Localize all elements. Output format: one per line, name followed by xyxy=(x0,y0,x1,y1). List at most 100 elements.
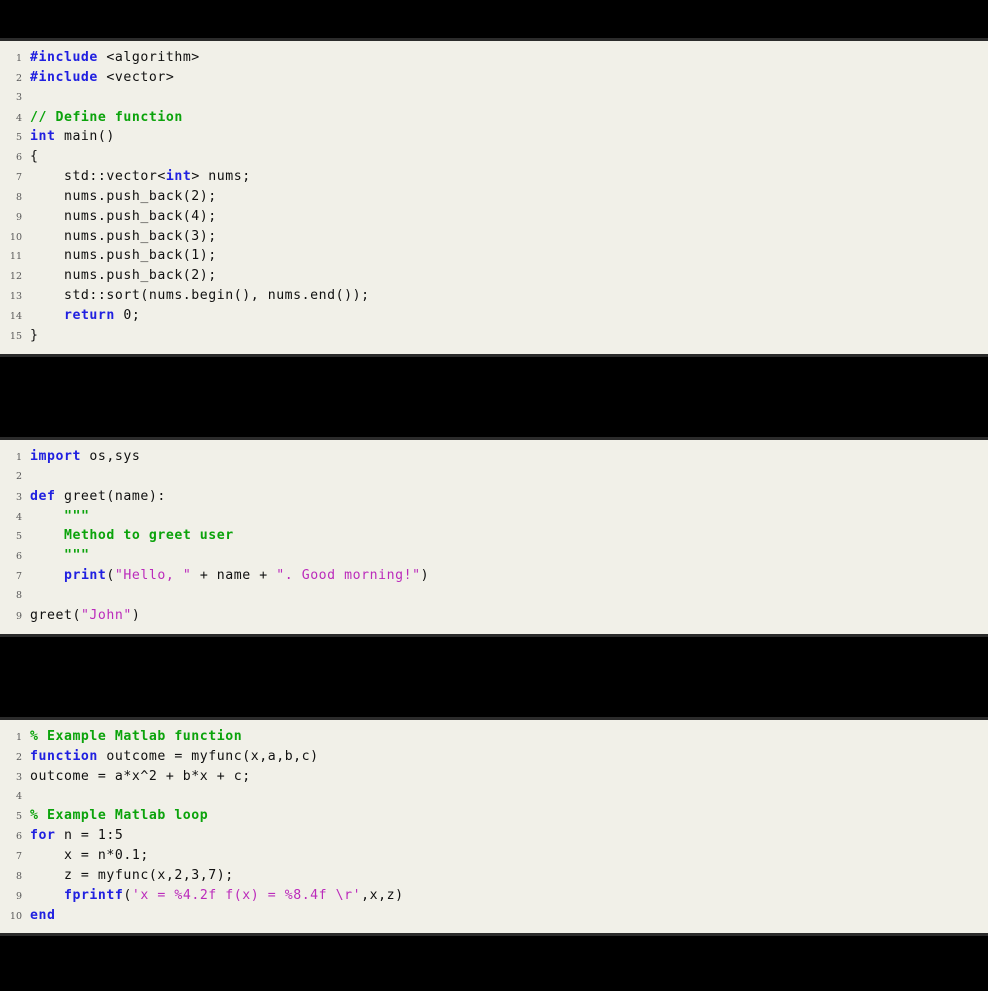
code-comment: """ xyxy=(63,548,90,564)
code-line: 4 xyxy=(0,787,988,807)
code-line-text: import os,sys xyxy=(30,447,140,467)
code-plain: outcome = a*x^2 + b*x + c; xyxy=(30,768,251,784)
code-line: 11 nums.push_back(1); xyxy=(0,246,988,266)
code-line: 1 % Example Matlab function xyxy=(0,727,988,747)
code-line-text: { xyxy=(30,147,39,167)
line-number: 10 xyxy=(9,910,22,922)
code-line: 6{ xyxy=(0,147,988,167)
code-line: 3 xyxy=(0,88,988,108)
code-keyword: print xyxy=(63,568,107,584)
code-plain xyxy=(30,308,64,323)
code-line-text: % Example Matlab function xyxy=(30,727,242,747)
line-number: 2 xyxy=(15,470,22,482)
code-line-text: nums.push_back(2); xyxy=(30,266,217,286)
code-line-text: int main() xyxy=(30,127,115,147)
line-number: 2 xyxy=(15,72,22,84)
code-keyword: int xyxy=(30,129,56,145)
code-line: 9 nums.push_back(4); xyxy=(0,207,988,227)
line-number: 7 xyxy=(15,571,22,583)
code-plain: std::sort(nums.begin(), nums.end()); xyxy=(30,288,370,304)
code-line-text: nums.push_back(1); xyxy=(30,246,217,266)
line-number: 6 xyxy=(15,152,22,164)
line-number: 5 xyxy=(15,531,22,543)
line-number: 8 xyxy=(15,870,22,882)
code-plain: ) xyxy=(420,568,430,584)
code-line: 8 xyxy=(0,586,988,606)
code-listing-cpp: 1 #include <algorithm> 2 #include <vector> 3… xyxy=(0,38,988,357)
code-line: 7 x = n*0.1; xyxy=(0,846,988,866)
code-listing-page: 1 #include <algorithm> 2 #include <vector> 3… xyxy=(0,0,988,991)
code-plain: greet(name): xyxy=(55,488,166,504)
line-number: 4 xyxy=(15,511,22,523)
code-plain: ,x,z) xyxy=(361,887,404,903)
code-body: 1 % Example Matlab function 2 function outc… xyxy=(0,720,988,933)
line-number: 9 xyxy=(15,211,22,223)
code-line-text: #include <vector> xyxy=(30,68,174,88)
code-plain: } xyxy=(30,327,39,343)
code-line: 10 nums.push_back(3); xyxy=(0,227,988,247)
code-plain: std::vector< xyxy=(30,169,166,185)
code-plain: main() xyxy=(55,129,115,145)
code-line-text: """ xyxy=(30,546,89,566)
line-number: 1 xyxy=(15,732,22,743)
code-plain: > nums; xyxy=(191,169,251,185)
code-listing-python: 1 import os,sys 2 3 def greet(name): 4 """ 5 M… xyxy=(0,437,988,637)
code-line: 4 // Define function xyxy=(0,108,988,128)
line-number: 1 xyxy=(15,53,22,64)
code-keyword: function xyxy=(30,748,98,764)
code-line-text: end xyxy=(30,906,55,926)
line-number: 10 xyxy=(9,231,22,243)
code-line-text: z = myfunc(x,2,3,7); xyxy=(30,866,234,886)
line-number: 7 xyxy=(15,172,22,184)
code-body: 1 import os,sys 2 3 def greet(name): 4 """ 5 M… xyxy=(0,440,988,634)
code-comment: % Example Matlab loop xyxy=(30,808,209,824)
code-line: 3 def greet(name): xyxy=(0,487,988,507)
code-line: 6 """ xyxy=(0,546,988,566)
line-number: 13 xyxy=(9,291,22,303)
line-number: 7 xyxy=(15,851,22,863)
line-number: 3 xyxy=(15,91,22,103)
code-line: 1 #include <algorithm> xyxy=(0,48,988,68)
code-plain: outcome = myfunc(x,a,b,c) xyxy=(97,748,319,764)
code-line-text: print("Hello, " + name + ". Good morning… xyxy=(30,566,429,586)
code-comment: Method to greet user xyxy=(63,528,234,544)
code-plain: os,sys xyxy=(80,449,141,464)
code-plain xyxy=(30,548,64,563)
code-line: 1 import os,sys xyxy=(0,447,988,467)
code-keyword: end xyxy=(30,907,56,923)
code-line-text: std::sort(nums.begin(), nums.end()); xyxy=(30,286,370,306)
code-plain: nums.push_back(2); xyxy=(30,188,217,204)
code-line-text: % Example Matlab loop xyxy=(30,806,208,826)
code-line: 2 #include <vector> xyxy=(0,68,988,88)
code-plain: nums.push_back(3); xyxy=(30,228,217,244)
line-number: 11 xyxy=(9,251,22,263)
code-line: 13 std::sort(nums.begin(), nums.end()); xyxy=(0,286,988,306)
line-number: 6 xyxy=(15,551,22,563)
code-line: 2 function outcome = myfunc(x,a,b,c) xyxy=(0,747,988,767)
code-keyword: #include xyxy=(30,50,98,65)
line-number: 14 xyxy=(9,310,22,322)
code-line: 3 outcome = a*x^2 + b*x + c; xyxy=(0,767,988,787)
code-body: 1 #include <algorithm> 2 #include <vector> 3… xyxy=(0,41,988,354)
code-line-text: nums.push_back(3); xyxy=(30,227,217,247)
code-string: "John" xyxy=(80,607,132,623)
code-line-text: greet("John") xyxy=(30,606,140,626)
code-keyword: for xyxy=(30,828,56,844)
line-number: 9 xyxy=(15,890,22,902)
line-number: 9 xyxy=(15,610,22,622)
code-plain: { xyxy=(30,149,39,165)
line-number: 12 xyxy=(9,271,22,283)
code-comment: """ xyxy=(63,508,90,524)
code-plain: x = n*0.1; xyxy=(30,848,149,864)
code-listing-matlab: 1 % Example Matlab function 2 function outc… xyxy=(0,717,988,937)
code-plain: ( xyxy=(123,887,132,903)
code-line: 4 """ xyxy=(0,507,988,527)
code-line-text: } xyxy=(30,326,39,346)
code-plain: <vector> xyxy=(97,69,175,85)
line-number: 4 xyxy=(15,790,22,802)
code-plain: n = 1:5 xyxy=(55,828,124,844)
line-number: 8 xyxy=(15,191,22,203)
code-keyword: #include xyxy=(30,69,98,85)
code-line: 9 greet("John") xyxy=(0,606,988,626)
line-number: 8 xyxy=(15,589,22,601)
